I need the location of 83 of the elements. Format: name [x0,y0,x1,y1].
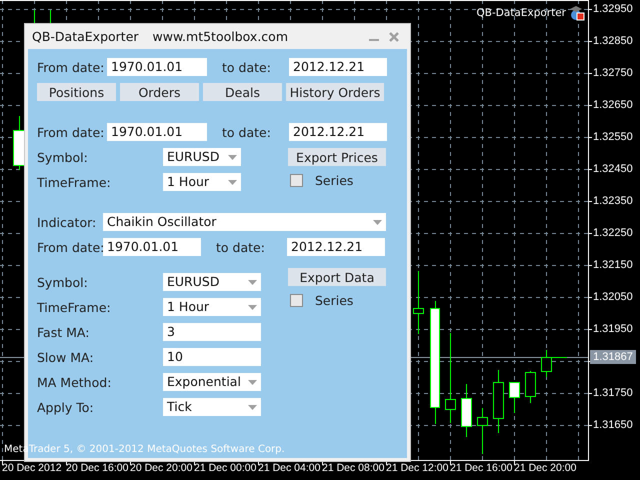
caret-icon [228,180,237,184]
dropdown[interactable]: EURUSD [163,273,261,291]
caret-icon [248,304,257,310]
price-axis-label: 1.32850 [593,34,633,48]
caret-icon [228,154,237,160]
candlestick [413,270,424,334]
export-button[interactable]: History Orders [286,83,384,101]
field-label: to date: [221,124,272,140]
export-button[interactable]: Positions [37,83,116,101]
export-button[interactable]: Export Data [288,268,386,286]
time-axis-label: 20 Dec 2012 [2,461,62,475]
export-button[interactable]: Deals [203,83,282,101]
price-axis-label: 1.32250 [593,226,633,240]
price-axis-label: 1.32350 [593,194,633,208]
field-label: to date: [215,240,266,254]
dropdown[interactable]: 1 Hour [163,173,241,191]
dropdown[interactable]: EURUSD [163,148,241,166]
input-field[interactable]: 1970.01.01 [103,238,201,256]
field-label: Slow MA: [37,350,95,364]
price-axis-label: 1.31950 [593,322,633,336]
input-field[interactable]: 1970.01.01 [107,123,207,141]
caret-icon [248,280,257,284]
checkbox-label: Series [315,173,354,188]
field-label: Fast MA: [37,324,90,340]
field-label: TimeFrame: [37,174,112,190]
price-axis-label: 1.32550 [593,130,633,144]
price-axis-label: 1.32150 [593,258,633,272]
input-field[interactable]: 2012.12.21 [289,58,387,76]
field-label: From date: [37,60,106,74]
dropdown[interactable]: Chaikin Oscillator [103,213,386,231]
time-axis-label: 21 Dec 08:00 [322,461,384,475]
candlestick [477,408,488,454]
dropdown[interactable]: 1 Hour [163,298,261,316]
expert-name: QB-DataExporter [476,7,566,19]
time-axis-label: 20 Dec 20:00 [130,461,192,475]
time-axis-label: 21 Dec 12:00 [386,461,448,475]
field-label: to date: [221,60,272,74]
caret-icon [248,404,257,410]
field-label: TimeFrame: [37,300,112,314]
field-label: From date: [37,240,103,254]
field-label: Symbol: [37,150,89,164]
export-button[interactable]: Orders [120,83,199,101]
price-axis-label: 1.32950 [593,2,633,16]
price-axis-label: 1.32450 [593,162,633,176]
price-axis-label: 1.31750 [593,386,633,400]
close-icon[interactable] [389,32,399,42]
time-axis-label: 21 Dec 16:00 [450,461,512,475]
caret-icon [248,380,257,384]
price-axis-label: 1.31650 [593,418,633,432]
mortarboard-icon [569,5,585,21]
input-field[interactable]: 3 [163,323,261,341]
time-axis-label: 21 Dec 00:00 [194,461,256,475]
candlestick [461,384,472,438]
candlestick [525,370,536,404]
website-label: www.mt5toolbox.com [152,29,288,44]
price-axis-label: 1.32750 [593,66,633,80]
dropdown[interactable]: Exponential [163,373,261,391]
checkbox[interactable] [290,174,303,187]
dropdown[interactable]: Tick [163,398,261,416]
caret-icon [373,220,382,224]
candlestick [509,382,520,414]
field-label: Symbol: [37,274,89,290]
field-label: From date: [37,124,106,140]
candlestick [50,10,51,24]
candlestick [34,10,35,24]
window-title: QB-DataExporter [32,29,139,44]
time-axis-label: 21 Dec 20:00 [514,461,576,475]
checkbox-label: Series [315,293,354,308]
field-label: MA Method: [37,374,112,390]
input-field[interactable]: 10 [163,348,261,366]
field-label: Apply To: [37,400,95,414]
current-price-label: 1.31867 [590,350,636,364]
time-axis-label: 21 Dec 04:00 [258,461,320,475]
checkbox[interactable] [290,294,303,307]
candlestick [493,370,504,434]
input-field[interactable]: 2012.12.21 [289,123,387,141]
price-axis-label: 1.32650 [593,98,633,112]
export-button[interactable]: Export Prices [288,148,386,166]
field-label: Indicator: [37,214,98,230]
price-axis-label: 1.32050 [593,290,633,304]
input-field[interactable]: 2012.12.21 [287,238,385,256]
input-field[interactable]: 1970.01.01 [107,58,207,76]
time-axis-label: 20 Dec 16:00 [66,461,128,475]
